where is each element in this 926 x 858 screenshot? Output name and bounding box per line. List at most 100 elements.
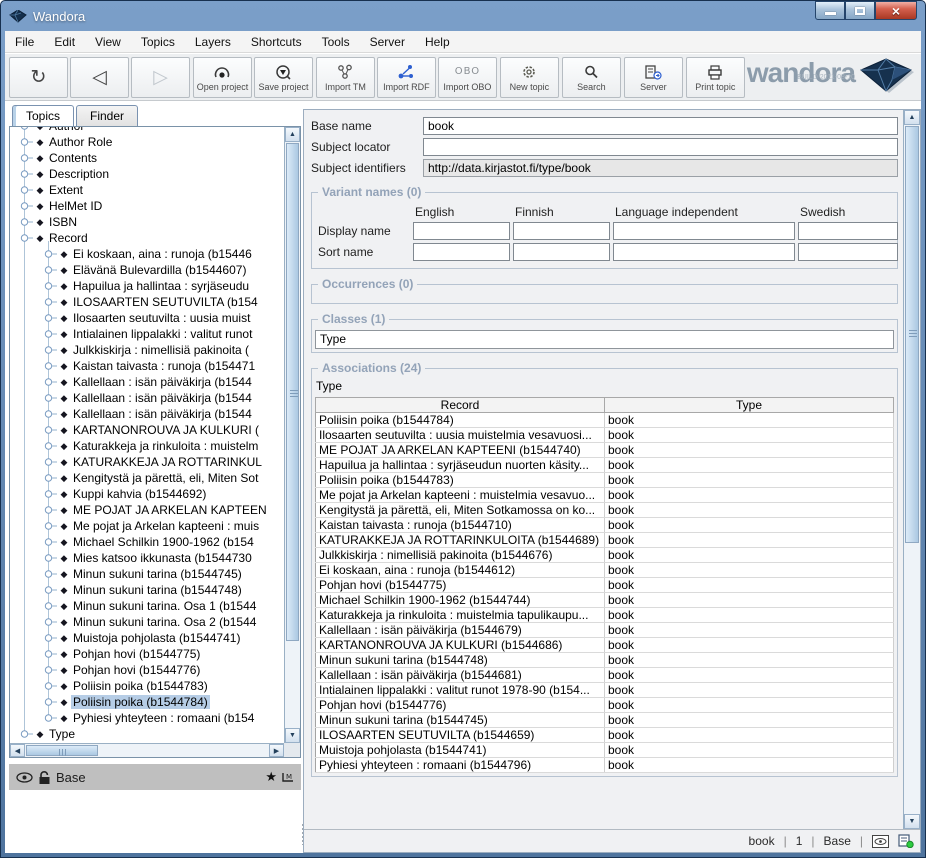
variant-input[interactable] [798,243,898,261]
save-project-button[interactable]: Save project [254,57,313,98]
tree-item[interactable]: ◆Kengitystä ja pärettä, eli, Miten Sot [10,470,284,486]
table-row[interactable]: Kallellaan : isän päiväkirja (b1544679)b… [316,623,894,638]
table-cell-type[interactable]: book [605,638,894,653]
expand-handle-icon[interactable] [44,678,57,694]
titlebar[interactable]: Wandora [1,1,925,31]
table-cell-type[interactable]: book [605,683,894,698]
table-cell-type[interactable]: book [605,533,894,548]
table-cell-type[interactable]: book [605,473,894,488]
expand-handle-icon[interactable] [44,630,57,646]
layer-mini-icon[interactable]: M [282,771,294,783]
table-row[interactable]: Kallellaan : isän päiväkirja (b1544681)b… [316,668,894,683]
column-header-type[interactable]: Type [605,398,894,413]
tree-item[interactable]: ◆Description [10,166,284,182]
table-cell-type[interactable]: book [605,503,894,518]
menu-item-layers[interactable]: Layers [185,32,241,52]
table-row[interactable]: Pohjan hovi (b1544775)book [316,578,894,593]
table-cell-type[interactable]: book [605,668,894,683]
scroll-up-icon[interactable]: ▲ [285,127,300,142]
table-cell-record[interactable]: Poliisin poika (b1544784) [316,413,605,428]
table-cell-type[interactable]: book [605,518,894,533]
tree-item[interactable]: ◆Muistoja pohjolasta (b1544741) [10,630,284,646]
table-row[interactable]: ILOSAARTEN SEUTUVILTA (b1544659)book [316,728,894,743]
table-cell-type[interactable]: book [605,713,894,728]
expand-handle-icon[interactable] [44,710,57,726]
detail-vertical-scrollbar[interactable]: ▲ ▼ [903,110,920,829]
scroll-down-icon[interactable]: ▼ [904,814,920,829]
tree-item[interactable]: ◆Michael Schilkin 1900-1962 (b154 [10,534,284,550]
tree-item[interactable]: ◆Poliisin poika (b1544783) [10,678,284,694]
table-cell-record[interactable]: Poliisin poika (b1544783) [316,473,605,488]
import-rdf-button[interactable]: Import RDF [377,57,436,98]
table-cell-type[interactable]: book [605,563,894,578]
scroll-up-icon[interactable]: ▲ [904,110,920,125]
tree-item[interactable]: ◆Mies katsoo ikkunasta (b1544730 [10,550,284,566]
table-row[interactable]: KATURAKKEJA JA ROTTARINKULOITA (b1544689… [316,533,894,548]
tree-item[interactable]: ◆Minun sukuni tarina. Osa 2 (b1544 [10,614,284,630]
expand-handle-icon[interactable] [44,502,57,518]
table-cell-type[interactable]: book [605,578,894,593]
tab-finder[interactable]: Finder [76,105,138,126]
tree-item[interactable]: ◆Pohjan hovi (b1544776) [10,662,284,678]
expand-handle-icon[interactable] [20,166,33,182]
expand-handle-icon[interactable] [20,127,33,134]
table-row[interactable]: Ilosaarten seutuvilta : uusia muistelmia… [316,428,894,443]
table-cell-record[interactable]: Minun sukuni tarina (b1544748) [316,653,605,668]
table-cell-record[interactable]: Kengitystä ja pärettä, eli, Miten Sotkam… [316,503,605,518]
table-cell-record[interactable]: Pohjan hovi (b1544776) [316,698,605,713]
expand-handle-icon[interactable] [20,134,33,150]
tree-item[interactable]: ◆Kallellaan : isän päiväkirja (b1544 [10,374,284,390]
table-cell-record[interactable]: Kallellaan : isän päiväkirja (b1544681) [316,668,605,683]
table-row[interactable]: Kaistan taivasta : runoja (b1544710)book [316,518,894,533]
table-cell-type[interactable]: book [605,413,894,428]
table-cell-record[interactable]: ME POJAT JA ARKELAN KAPTEENI (b1544740) [316,443,605,458]
expand-handle-icon[interactable] [20,182,33,198]
expand-handle-icon[interactable] [44,566,57,582]
expand-handle-icon[interactable] [44,358,57,374]
tree-item[interactable]: ◆KARTANONROUVA JA KULKURI ( [10,422,284,438]
unlocked-icon[interactable] [38,770,51,785]
tree-vertical-scrollbar[interactable]: ▲ ▼ [284,127,300,743]
menu-item-view[interactable]: View [85,32,131,52]
table-row[interactable]: Hapuilua ja hallintaa : syrjäseudun nuor… [316,458,894,473]
tree-horizontal-scrollbar[interactable]: ◀ ▶ [10,743,284,757]
table-cell-record[interactable]: Pyhiesi yhteyteen : romaani (b1544796) [316,758,605,773]
table-row[interactable]: Poliisin poika (b1544783)book [316,473,894,488]
expand-handle-icon[interactable] [44,342,57,358]
tree-item[interactable]: ◆Kuppi kahvia (b1544692) [10,486,284,502]
tree-item[interactable]: ◆ISBN [10,214,284,230]
maximize-button[interactable] [845,1,875,20]
table-cell-record[interactable]: Hapuilua ja hallintaa : syrjäseudun nuor… [316,458,605,473]
table-row[interactable]: Minun sukuni tarina (b1544745)book [316,713,894,728]
table-cell-type[interactable]: book [605,593,894,608]
tree-item[interactable]: ◆Extent [10,182,284,198]
tree-hscroll-thumb[interactable] [26,745,98,756]
tree-item[interactable]: ◆Type [10,726,284,742]
expand-handle-icon[interactable] [44,646,57,662]
tree-item[interactable]: ◆Hapuilua ja hallintaa : syrjäseudu [10,278,284,294]
expand-handle-icon[interactable] [44,310,57,326]
tree-item[interactable]: ◆Kaistan taivasta : runoja (b154471 [10,358,284,374]
tree-item[interactable]: ◆Minun sukuni tarina. Osa 1 (b1544 [10,598,284,614]
menu-item-topics[interactable]: Topics [131,32,185,52]
scroll-down-icon[interactable]: ▼ [285,728,300,743]
expand-handle-icon[interactable] [20,230,33,246]
tab-topics[interactable]: Topics [12,105,74,126]
table-cell-record[interactable]: Julkkiskirja : nimellisiä pakinoita (b15… [316,548,605,563]
table-cell-record[interactable]: Michael Schilkin 1900-1962 (b1544744) [316,593,605,608]
table-cell-type[interactable]: book [605,608,894,623]
table-cell-record[interactable]: Pohjan hovi (b1544775) [316,578,605,593]
layer-bar[interactable]: Base ★ M [9,764,301,790]
variant-input[interactable] [798,222,898,240]
tree-item[interactable]: ◆Ilosaarten seutuvilta : uusia muist [10,310,284,326]
expand-handle-icon[interactable] [20,198,33,214]
table-cell-record[interactable]: Kaistan taivasta : runoja (b1544710) [316,518,605,533]
tree-scroll-thumb[interactable] [286,143,299,641]
forward-button[interactable]: ▷ [131,57,190,98]
tree-item[interactable]: ◆Author Role [10,134,284,150]
expand-handle-icon[interactable] [44,390,57,406]
table-cell-record[interactable]: KARTANONROUVA JA KULKURI (b1544686) [316,638,605,653]
tree-item[interactable]: ◆Elävänä Bulevardilla (b1544607) [10,262,284,278]
table-row[interactable]: Poliisin poika (b1544784)book [316,413,894,428]
expand-handle-icon[interactable] [44,262,57,278]
